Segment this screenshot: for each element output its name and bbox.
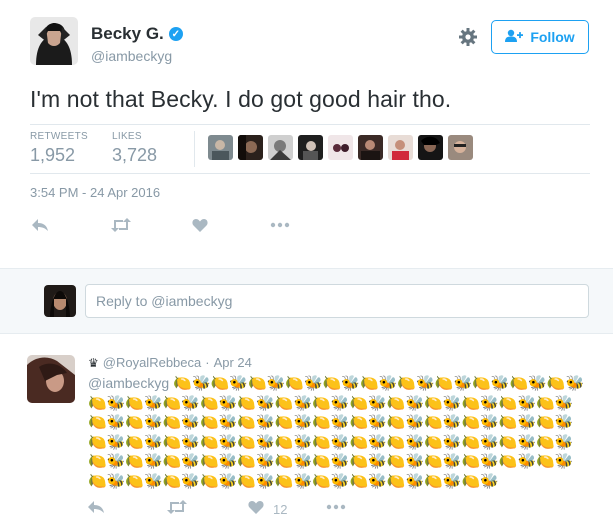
retweets-stat[interactable]: RETWEETS 1,952 (30, 131, 88, 166)
crown-icon: ♛ (88, 355, 99, 370)
more-options-icon[interactable] (270, 218, 290, 236)
favoriter-avatar[interactable] (328, 135, 353, 160)
gear-icon[interactable] (458, 27, 478, 47)
favoriter-avatar[interactable] (388, 135, 413, 160)
reply-mention[interactable]: @iambeckyg (88, 375, 169, 391)
reply-emojis: 🍋🐝🍋🐝🍋🐝🍋🐝🍋🐝🍋🐝🍋🐝🍋🐝🍋🐝🍋🐝🍋🐝🍋🐝🍋🐝🍋🐝🍋🐝🍋🐝🍋🐝🍋🐝🍋🐝🍋🐝… (88, 375, 585, 490)
reply-icon[interactable] (31, 218, 49, 236)
reply-separator: · (205, 355, 210, 370)
divider (30, 173, 590, 174)
favoriter-avatar[interactable] (418, 135, 443, 160)
tweet-text: I'm not that Becky. I do got good hair t… (30, 86, 452, 112)
retweet-icon[interactable] (110, 218, 132, 236)
favoriter-avatar[interactable] (358, 135, 383, 160)
favoriter-avatar[interactable] (268, 135, 293, 160)
like-button[interactable]: 12 (248, 500, 287, 518)
favoriters-list (208, 135, 473, 160)
reply-header: ♛ @RoyalRebbeca · Apr 24 (88, 355, 252, 370)
reply-author-handle[interactable]: @RoyalRebbeca (103, 355, 201, 370)
favoriter-avatar[interactable] (298, 135, 323, 160)
add-user-icon (505, 29, 524, 46)
favoriter-avatar[interactable] (238, 135, 263, 160)
reply-date[interactable]: Apr 24 (214, 355, 252, 370)
author-name[interactable]: Becky G. (91, 24, 164, 44)
likes-label: LIKES (112, 131, 142, 142)
reply-icon[interactable] (87, 500, 105, 518)
likes-stat[interactable]: LIKES 3,728 (112, 131, 157, 166)
favoriter-avatar[interactable] (448, 135, 473, 160)
like-count: 12 (273, 501, 288, 517)
likes-value: 3,728 (112, 145, 158, 165)
current-user-avatar[interactable] (44, 285, 76, 317)
like-heart-icon[interactable] (192, 218, 208, 236)
retweets-label: RETWEETS (30, 131, 88, 142)
author-handle[interactable]: @iambeckyg (91, 48, 172, 64)
author-name-row: Becky G. ✓ (91, 24, 183, 44)
reply-text: @iambeckyg 🍋🐝🍋🐝🍋🐝🍋🐝🍋🐝🍋🐝🍋🐝🍋🐝🍋🐝🍋🐝🍋🐝🍋🐝🍋🐝🍋🐝🍋… (88, 374, 588, 491)
verified-badge-icon: ✓ (168, 27, 183, 41)
retweets-value: 1,952 (30, 145, 76, 165)
divider (30, 124, 590, 125)
stats-separator (194, 131, 195, 167)
reply-author-avatar[interactable] (27, 355, 75, 403)
reply-input[interactable]: Reply to @iambeckyg (85, 284, 589, 318)
retweet-icon[interactable] (166, 500, 188, 518)
like-heart-icon (248, 500, 264, 518)
follow-label: Follow (530, 29, 575, 45)
more-options-icon[interactable] (326, 500, 346, 518)
tweet-timestamp[interactable]: 3:54 PM - 24 Apr 2016 (30, 185, 160, 200)
follow-button[interactable]: Follow (491, 20, 589, 54)
author-avatar[interactable] (30, 17, 78, 65)
favoriter-avatar[interactable] (208, 135, 233, 160)
